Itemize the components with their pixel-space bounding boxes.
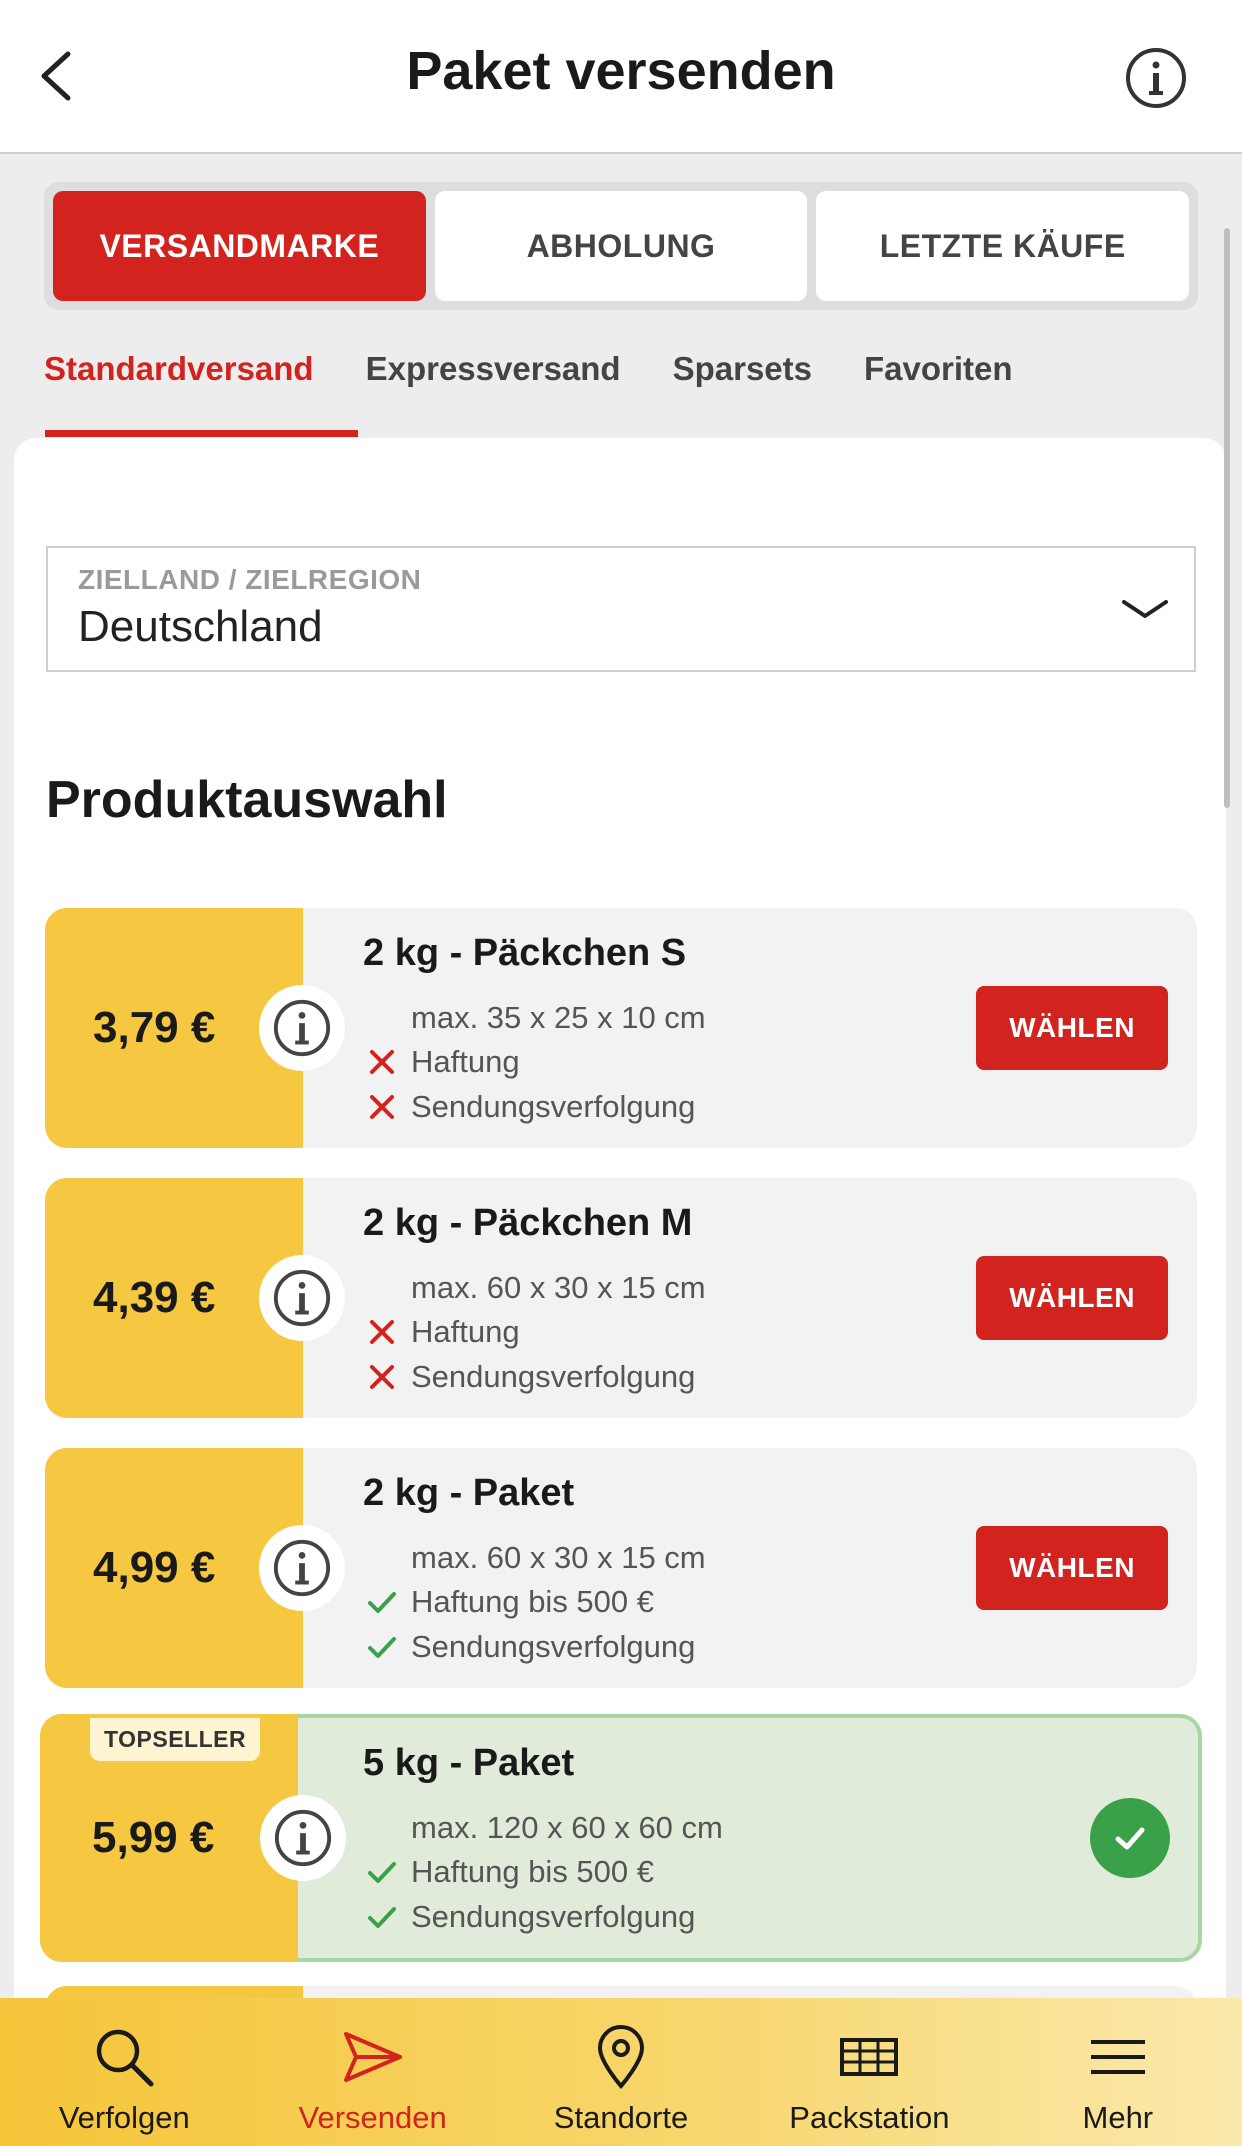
product-name: 2 kg - Paket (363, 1472, 575, 1514)
product-info-button[interactable] (259, 1255, 345, 1341)
tab-standardversand[interactable]: Standardversand (44, 330, 314, 440)
nav-item-mehr[interactable]: Mehr (994, 1998, 1242, 2146)
cross-icon (370, 1050, 394, 1074)
bottom-navigation: Verfolgen Versenden Standorte Packstatio… (0, 1998, 1242, 2146)
segmented-control: VERSANDMARKE ABHOLUNG LETZTE KÄUFE (44, 182, 1198, 310)
scrollbar[interactable] (1224, 228, 1230, 808)
choose-button[interactable]: WÄHLEN (976, 1256, 1168, 1340)
product-name: 2 kg - Päckchen M (363, 1202, 693, 1244)
product-card-selected[interactable]: TOPSELLER 5,99 € 5 kg - Paket max. 120 x… (40, 1714, 1202, 1962)
feature-label: Sendungsverfolgung (411, 1629, 696, 1664)
product-dimensions: max. 120 x 60 x 60 cm (411, 1810, 723, 1845)
nav-label: Standorte (553, 2100, 689, 2135)
destination-select[interactable]: ZIELLAND / ZIELREGION Deutschland (46, 546, 1196, 672)
feature-label: Sendungsverfolgung (411, 1359, 696, 1394)
product-card[interactable]: 3,79 € 2 kg - Päckchen S max. 35 x 25 x … (45, 908, 1197, 1148)
nav-item-verfolgen[interactable]: Verfolgen (0, 1998, 248, 2146)
cross-icon (370, 1095, 394, 1119)
segment-letzte-kaeufe[interactable]: LETZTE KÄUFE (816, 191, 1190, 301)
info-icon (274, 1809, 332, 1867)
app-header: Paket versenden (0, 0, 1242, 154)
selected-check-badge (1090, 1798, 1170, 1878)
product-dimensions: max. 60 x 30 x 15 cm (411, 1270, 706, 1305)
product-price: 4,99 € (93, 1543, 216, 1592)
info-icon (273, 1539, 331, 1597)
tab-sparsets[interactable]: Sparsets (673, 330, 812, 440)
info-icon (273, 1269, 331, 1327)
feature-label: Sendungsverfolgung (411, 1089, 696, 1124)
choose-button[interactable]: WÄHLEN (976, 1526, 1168, 1610)
tab-expressversand[interactable]: Expressversand (366, 330, 621, 440)
feature-label: Sendungsverfolgung (411, 1899, 696, 1934)
product-card[interactable]: 4,39 € 2 kg - Päckchen M max. 60 x 30 x … (45, 1178, 1197, 1418)
info-icon (273, 999, 331, 1057)
info-icon[interactable] (1124, 46, 1188, 110)
product-price: 3,79 € (93, 1003, 216, 1052)
product-name: 2 kg - Päckchen S (363, 932, 687, 974)
nav-label: Mehr (1082, 2100, 1154, 2135)
checkmark-icon (368, 1862, 396, 1883)
product-name: 5 kg - Paket (363, 1742, 575, 1784)
feature-label: Haftung bis 500 € (411, 1854, 655, 1889)
menu-icon (1090, 2040, 1145, 2074)
feature-label: Haftung bis 500 € (411, 1584, 655, 1619)
nav-item-standorte[interactable]: Standorte (497, 1998, 745, 2146)
destination-label: ZIELLAND / ZIELREGION (78, 564, 422, 595)
product-info-button[interactable] (259, 1525, 345, 1611)
subtabs: Standardversand Expressversand Sparsets … (44, 330, 1065, 440)
active-tab-indicator (45, 430, 358, 437)
nav-label: Packstation (789, 2100, 950, 2135)
nav-label: Verfolgen (58, 2100, 190, 2135)
product-dimensions: max. 60 x 30 x 15 cm (411, 1540, 706, 1575)
nav-item-versenden[interactable]: Versenden (248, 1998, 496, 2146)
segment-abholung[interactable]: ABHOLUNG (434, 191, 808, 301)
nav-label: Versenden (298, 2100, 447, 2135)
feature-label: Haftung (411, 1314, 520, 1349)
packstation-icon (840, 2038, 899, 2076)
chevron-down-icon (1122, 600, 1168, 618)
destination-value: Deutschland (78, 602, 323, 651)
checkmark-icon (368, 1592, 396, 1613)
nav-item-packstation[interactable]: Packstation (745, 1998, 993, 2146)
tab-favoriten[interactable]: Favoriten (864, 330, 1013, 440)
segment-versandmarke[interactable]: VERSANDMARKE (53, 191, 426, 301)
checkmark-icon (368, 1907, 396, 1928)
checkmark-icon (1115, 1827, 1145, 1850)
product-info-button[interactable] (260, 1795, 346, 1881)
feature-label: Haftung (411, 1044, 520, 1079)
choose-button[interactable]: WÄHLEN (976, 986, 1168, 1070)
product-card[interactable]: 4,99 € 2 kg - Paket max. 60 x 30 x 15 cm… (45, 1448, 1197, 1688)
cross-icon (370, 1320, 394, 1344)
product-info-button[interactable] (259, 985, 345, 1071)
page-title: Paket versenden (406, 41, 836, 101)
send-icon (343, 2032, 402, 2082)
cross-icon (370, 1365, 394, 1389)
product-price: 5,99 € (92, 1813, 215, 1862)
product-dimensions: max. 35 x 25 x 10 cm (411, 1000, 706, 1035)
location-pin-icon (598, 2025, 645, 2090)
product-price: 4,39 € (93, 1273, 216, 1322)
section-title: Produktauswahl (46, 771, 448, 829)
checkmark-icon (368, 1637, 396, 1658)
search-icon (96, 2029, 154, 2087)
